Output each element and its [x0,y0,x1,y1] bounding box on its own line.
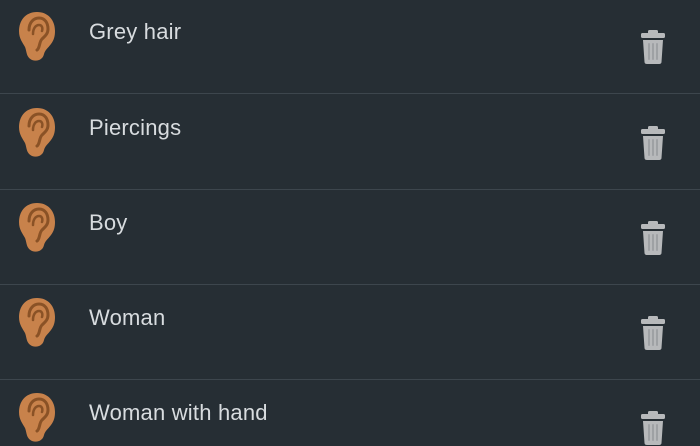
ear-icon [17,10,57,62]
list-item[interactable]: Woman [0,285,700,380]
list-item-label: Boy [89,210,128,235]
trash-icon[interactable] [637,315,669,351]
trash-icon[interactable] [637,220,669,256]
trash-icon[interactable] [637,410,669,446]
favorites-list: Grey hair Piercings Boy Woman Woman with… [0,0,700,445]
list-item-label: Woman with hand [89,400,268,425]
list-item-label: Piercings [89,115,182,140]
list-item[interactable]: Grey hair [0,0,700,94]
list-item-label: Grey hair [89,19,182,44]
list-item[interactable]: Woman with hand [0,380,700,445]
ear-icon [17,106,57,158]
ear-icon [17,201,57,253]
list-item-label: Woman [89,305,166,330]
ear-icon [17,296,57,348]
list-item[interactable]: Piercings [0,95,700,190]
list-item[interactable]: Boy [0,190,700,285]
trash-icon[interactable] [637,29,669,65]
ear-icon [17,391,57,443]
trash-icon[interactable] [637,125,669,161]
